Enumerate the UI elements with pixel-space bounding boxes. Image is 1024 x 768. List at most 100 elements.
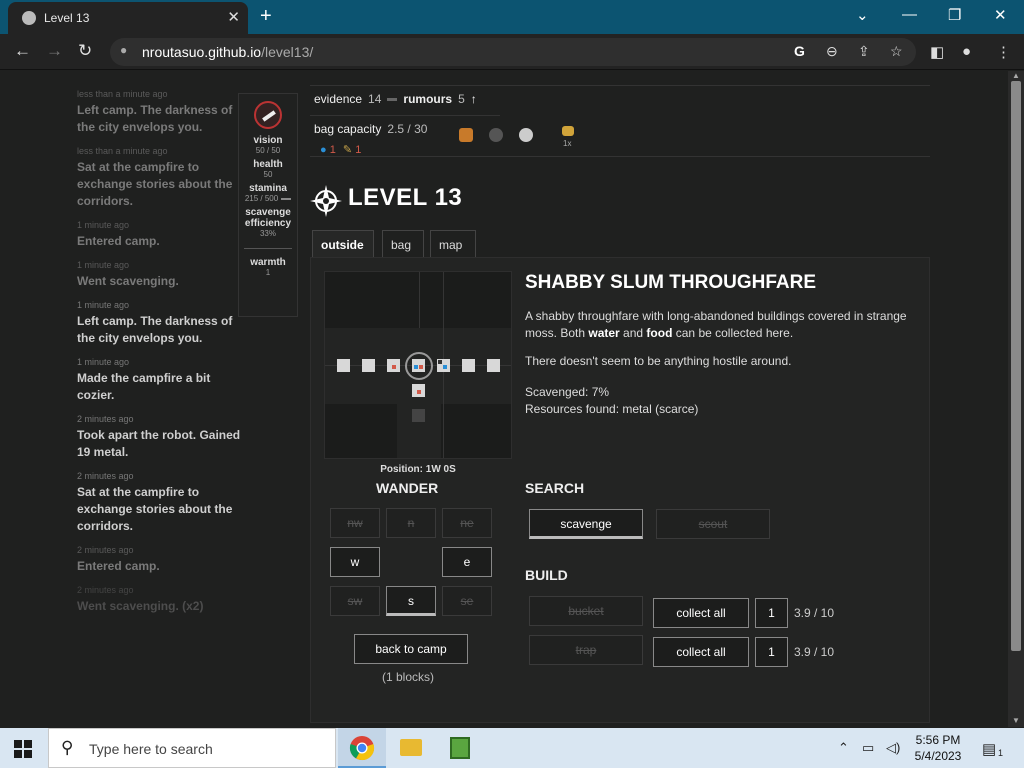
stamina-bar [281,197,292,200]
clothing-item-icon[interactable] [489,128,503,142]
scrollbar-thumb[interactable] [1011,81,1021,651]
back-to-camp-button[interactable]: back to camp [354,634,468,664]
close-window-icon[interactable]: ✕ [994,6,1007,24]
scroll-down-icon[interactable]: ▼ [1012,716,1020,725]
trap-count: 1 [755,637,788,667]
tab-bag[interactable]: bag [382,230,424,258]
minimize-window-icon[interactable]: — [902,6,917,23]
search-title: SEARCH [525,480,585,496]
tab-search-chevron-icon[interactable]: ⌄ [856,6,869,24]
close-tab-icon[interactable]: ✕ [227,8,240,26]
warmth-value: 1 [265,268,271,277]
browser-titlebar: Level 13 ✕ + ⌄ — ❐ ✕ [0,0,1024,34]
windows-start-icon[interactable] [14,740,32,758]
menu-kebab-icon[interactable]: ⋮ [996,43,1011,61]
volume-icon[interactable]: ◁) [886,740,900,756]
food-amount: 1 [355,144,362,156]
taskbar-search-placeholder: Type here to search [89,741,213,757]
scavenge-status: Scavenged: 7% Resources found: metal (sc… [525,384,698,418]
google-lens-icon[interactable]: G [794,43,805,59]
search-icon: ⚲ [61,738,74,757]
evidence-label: evidence [314,92,363,106]
log-entry: 1 minute ago Left camp. The darkness of t… [77,300,242,347]
tab-outside[interactable]: outside [312,230,374,258]
show-hidden-icons-icon[interactable]: ⌃ [838,740,849,756]
move-ne-button[interactable]: ne [442,508,492,538]
move-se-button[interactable]: se [442,586,492,616]
reload-icon[interactable]: ↻ [78,41,92,61]
compass-level-icon [310,185,342,217]
log-entry: 2 minutes ago Sat at the campfire to exch… [77,471,242,535]
minimap[interactable] [324,271,512,459]
log-entry: 2 minutes ago Entered camp. [77,545,242,575]
log-timestamp: 2 minutes ago [77,414,134,424]
build-trap-button[interactable]: trap [529,635,643,665]
scavenge-button[interactable]: scavenge [529,509,643,539]
log-timestamp: 2 minutes ago [77,471,134,481]
forward-icon[interactable]: → [46,41,63,61]
notepad-taskbar-app[interactable] [434,728,482,768]
log-timestamp: less than a minute ago [77,89,168,99]
shirt-item-icon[interactable] [519,128,533,142]
food-marker-icon [417,390,421,394]
log-timestamp: 2 minutes ago [77,585,134,595]
log-timestamp: 1 minute ago [77,300,130,310]
move-e-button[interactable]: e [442,547,492,577]
build-bucket-button[interactable]: bucket [529,596,643,626]
move-nw-button[interactable]: nw [330,508,380,538]
rumours-increase-icon: ↑ [470,92,477,106]
building-marker-icon [438,360,442,364]
zoom-icon[interactable]: ⊖ [826,43,838,60]
scroll-up-icon[interactable]: ▲ [1012,71,1020,80]
move-n-button[interactable]: n [386,508,436,538]
bookmark-star-icon[interactable]: ☆ [890,43,903,60]
move-w-button[interactable]: w [330,547,380,577]
new-tab-icon[interactable]: + [260,5,272,28]
side-panel-icon[interactable]: ◧ [930,43,944,61]
collect-food-button[interactable]: collect all [653,637,749,667]
log-entry: 1 minute ago Entered camp. [77,220,242,250]
rumours-value: 5 [458,92,465,106]
message-log: less than a minute ago Left camp. The dar… [77,89,242,625]
restore-window-icon[interactable]: ❐ [948,6,961,24]
player-stats: vision 50 / 50 health 50 stamina 215 / 5… [238,93,298,317]
lockpick-item-icon[interactable] [562,126,574,136]
system-clock[interactable]: 5:56 PM 5/4/2023 [908,732,968,764]
move-s-button[interactable]: s [386,586,436,616]
log-timestamp: 1 minute ago [77,357,130,367]
resource-header: evidence 14 rumours 5 ↑ bag capacity 2.5 / 30… [310,85,930,157]
page-scrollbar[interactable]: ▲ ▼ [1008,71,1024,727]
file-explorer-taskbar-app[interactable] [386,728,434,768]
scout-button[interactable]: scout [656,509,770,539]
notification-count: 1 [998,748,1004,758]
player-avatar-icon[interactable] [254,101,282,129]
tab-map[interactable]: map [430,230,476,258]
log-timestamp: 1 minute ago [77,260,130,270]
notifications-icon[interactable]: ▤ [982,740,996,758]
log-message: Left camp. The darkness of the city enve… [77,314,233,345]
move-sw-button[interactable]: sw [330,586,380,616]
network-icon[interactable]: ▭ [862,740,874,756]
minimap-tile [362,359,375,372]
browser-tab[interactable]: Level 13 ✕ [8,2,248,34]
minimap-tile [437,359,450,372]
vision-label: vision [253,135,283,146]
bucket-count: 1 [755,598,788,628]
minimap-gridline-v2 [419,272,420,328]
share-icon[interactable]: ⇪ [858,43,870,60]
position-label: Position: 1W 0S [380,464,456,475]
chrome-taskbar-app[interactable] [338,728,386,768]
scavenge-efficiency-value: 33% [259,229,276,238]
profile-icon[interactable]: ● [962,43,971,60]
address-bar[interactable]: ● nroutasuo.github.io/level13/ G ⊖ ⇪ ☆ [110,38,916,66]
log-message: Went scavenging. [77,274,179,288]
minimap-tile [337,359,350,372]
outside-panel: Position: 1W 0S SHABBY SLUM THROUGHFARE … [310,257,930,723]
collect-water-button[interactable]: collect all [653,598,749,628]
warmth-label: warmth [250,257,286,268]
back-icon[interactable]: ← [14,41,31,61]
minimap-tile [462,359,475,372]
taskbar-search[interactable]: ⚲ Type here to search [48,728,336,768]
water-marker-icon [443,365,447,369]
canteen-item-icon[interactable] [459,128,473,142]
